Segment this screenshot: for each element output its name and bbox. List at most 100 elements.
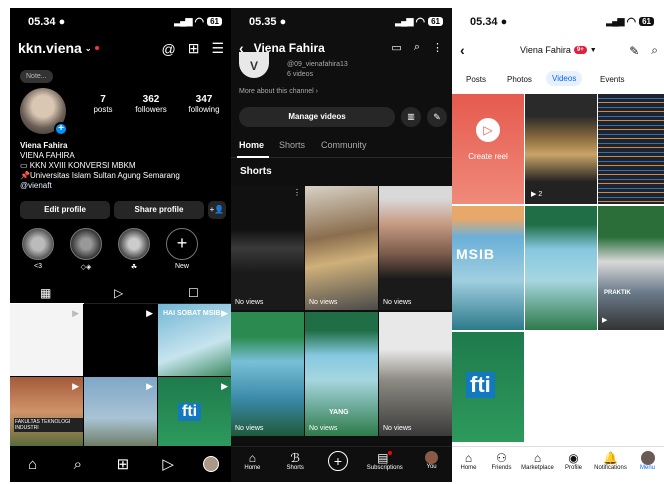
profile-stats: 7 posts 362 followers 347 following [82, 94, 230, 114]
profile-avatar-icon[interactable] [203, 456, 220, 472]
nav-marketplace[interactable]: ⌂ Marketplace [519, 451, 557, 482]
reel-plus-icon: ▷ [476, 118, 500, 142]
video-tile[interactable]: PRAKTIK ▶ [598, 206, 664, 330]
grid-tab-icon[interactable]: ▦ [40, 286, 51, 300]
status-bar: 05.34 ● ▂▄▆ ◠ 61 [10, 8, 232, 32]
notification-dot-icon [94, 46, 99, 50]
nav-you[interactable]: You [414, 451, 450, 470]
add-person-icon[interactable]: +👤 [208, 201, 226, 219]
video-tile[interactable] [598, 94, 664, 204]
reel-icon: ▶ [146, 308, 153, 318]
share-profile-button[interactable]: Share profile [114, 201, 204, 219]
nav-menu[interactable]: Menu [632, 451, 664, 482]
search-icon[interactable]: ⌕ [414, 41, 420, 54]
highlight-item[interactable]: ☘ [116, 228, 152, 271]
bio-line: Universitas Islam Sultan Agung Semarang [29, 171, 180, 180]
video-tile[interactable]: ▶ 2 [525, 94, 597, 204]
more-about-link[interactable]: More about this channel › [239, 88, 318, 95]
short-tile[interactable]: ⋮ No views [231, 186, 304, 310]
edit-pencil-icon[interactable]: ✎ [427, 107, 447, 127]
stat-posts[interactable]: 7 posts [82, 94, 124, 114]
manage-videos-button[interactable]: Manage videos [239, 107, 395, 127]
highlight-item[interactable]: ◇◈ [68, 228, 104, 271]
nav-create[interactable]: + [320, 451, 356, 471]
post-tile[interactable]: ▶ [84, 304, 157, 376]
more-vert-icon[interactable]: ⋮ [432, 41, 443, 54]
edit-pencil-icon[interactable]: ✎ [629, 44, 639, 58]
highlights-row: <3 ◇◈ ☘ + New [20, 228, 230, 278]
video-tile[interactable] [525, 206, 597, 330]
tab-shorts[interactable]: Shorts [279, 140, 305, 150]
threads-icon[interactable]: @ [161, 41, 175, 57]
video-tile[interactable]: fti [452, 332, 524, 442]
content-tabs: ▦ ▷ ☐ [10, 282, 232, 304]
video-tile[interactable]: MSIB [452, 206, 524, 330]
reel-icon: ▶ [221, 381, 228, 391]
post-tile[interactable]: ▶ FAKULTAS TEKNOLOGI INDUSTRI [10, 377, 83, 446]
short-tile[interactable]: YANG No views [305, 312, 378, 436]
search-icon[interactable]: ⌕ [651, 43, 658, 58]
search-icon[interactable]: ⌕ [68, 454, 88, 474]
channel-tabs: Home Shorts Community [231, 136, 453, 158]
post-tile[interactable]: ▶ [10, 304, 83, 376]
status-bar: 05.34 ● ▂▄▆ ◠ 61 [452, 8, 664, 32]
create-icon[interactable]: ⊞ [113, 454, 133, 474]
post-tile[interactable]: ▶ fti [158, 377, 232, 446]
battery-icon: 61 [207, 17, 222, 26]
profile-tabs: Posts Photos Videos Events [452, 68, 664, 92]
tab-community[interactable]: Community [321, 140, 367, 150]
signal-icon: ▂▄▆ [174, 16, 192, 26]
add-post-icon[interactable]: ⊞ [188, 40, 200, 57]
post-tile[interactable]: ▶ [84, 377, 157, 446]
short-tile[interactable]: No views [379, 312, 453, 436]
nav-friends[interactable]: ⚇ Friends [486, 451, 518, 482]
short-tile[interactable]: No views [305, 186, 378, 310]
nav-home[interactable]: ⌂ Home [234, 451, 270, 471]
tab-photos[interactable]: Photos [507, 75, 532, 84]
shorts-icon: ℬ [290, 451, 300, 465]
stat-followers[interactable]: 362 followers [125, 94, 177, 114]
nav-home[interactable]: ⌂ Home [453, 451, 485, 482]
tab-videos[interactable]: Videos [546, 71, 583, 86]
tab-events[interactable]: Events [600, 75, 624, 84]
back-arrow-icon[interactable]: ‹ [460, 42, 465, 58]
you-avatar-icon [425, 451, 439, 464]
home-icon: ⌂ [248, 451, 257, 465]
person-icon: ● [500, 16, 508, 28]
new-highlight-button[interactable]: + New [164, 228, 200, 270]
short-tile[interactable]: No views [231, 312, 304, 436]
tagged-tab-icon[interactable]: ☐ [188, 286, 199, 300]
post-tile[interactable]: ▶ HAI SOBAT MSIB [158, 304, 232, 376]
channel-avatar[interactable]: V [239, 52, 269, 78]
profile-link[interactable]: @vienaft [20, 181, 180, 191]
nav-profile[interactable]: ◉ Profile [558, 451, 590, 482]
posts-grid: ▶ ▶ ▶ HAI SOBAT MSIB ▶ FAKULTAS TEKNOLOGI … [10, 304, 232, 446]
profile-name-switcher[interactable]: Viena Fahira 9+ ▼ [520, 45, 597, 55]
status-time: 05.34 [470, 16, 498, 28]
tab-posts[interactable]: Posts [466, 75, 486, 84]
nav-subscriptions[interactable]: ▤ Subscriptions [363, 451, 407, 471]
username-header[interactable]: kkn.viena ⌄ [18, 40, 99, 56]
tab-home[interactable]: Home [239, 140, 264, 150]
stat-following[interactable]: 347 following [178, 94, 230, 114]
reels-icon[interactable]: ▷ [158, 454, 178, 474]
notification-badge: 9+ [573, 46, 587, 54]
nav-shorts[interactable]: ℬ Shorts [277, 451, 313, 471]
nav-notifications[interactable]: 🔔 Notifications [591, 451, 631, 482]
analytics-icon[interactable]: ▥ [401, 107, 421, 127]
menu-icon[interactable]: ☰ [211, 40, 224, 57]
short-tile[interactable]: No views [379, 186, 453, 310]
create-reel-button[interactable]: ▷ Create reel [452, 94, 524, 204]
highlight-item[interactable]: <3 [20, 228, 56, 270]
bio-line: VIENA FAHIRA [20, 151, 75, 160]
note-bubble[interactable]: Note... [20, 70, 53, 83]
bottom-nav: ⌂ Home ℬ Shorts + ▤ Subscriptions You [231, 446, 453, 482]
reels-tab-icon[interactable]: ▷ [114, 286, 123, 300]
channel-handle: @09_vienafahira13 [287, 61, 348, 68]
cast-icon[interactable]: ▭ [391, 41, 401, 54]
edit-profile-button[interactable]: Edit profile [20, 201, 110, 219]
add-story-icon[interactable]: + [54, 122, 68, 136]
home-icon[interactable]: ⌂ [23, 454, 43, 474]
subscriptions-icon: ▤ [363, 451, 407, 465]
bio-line: KKN XVIII KONVERSI MBKM [29, 161, 136, 170]
